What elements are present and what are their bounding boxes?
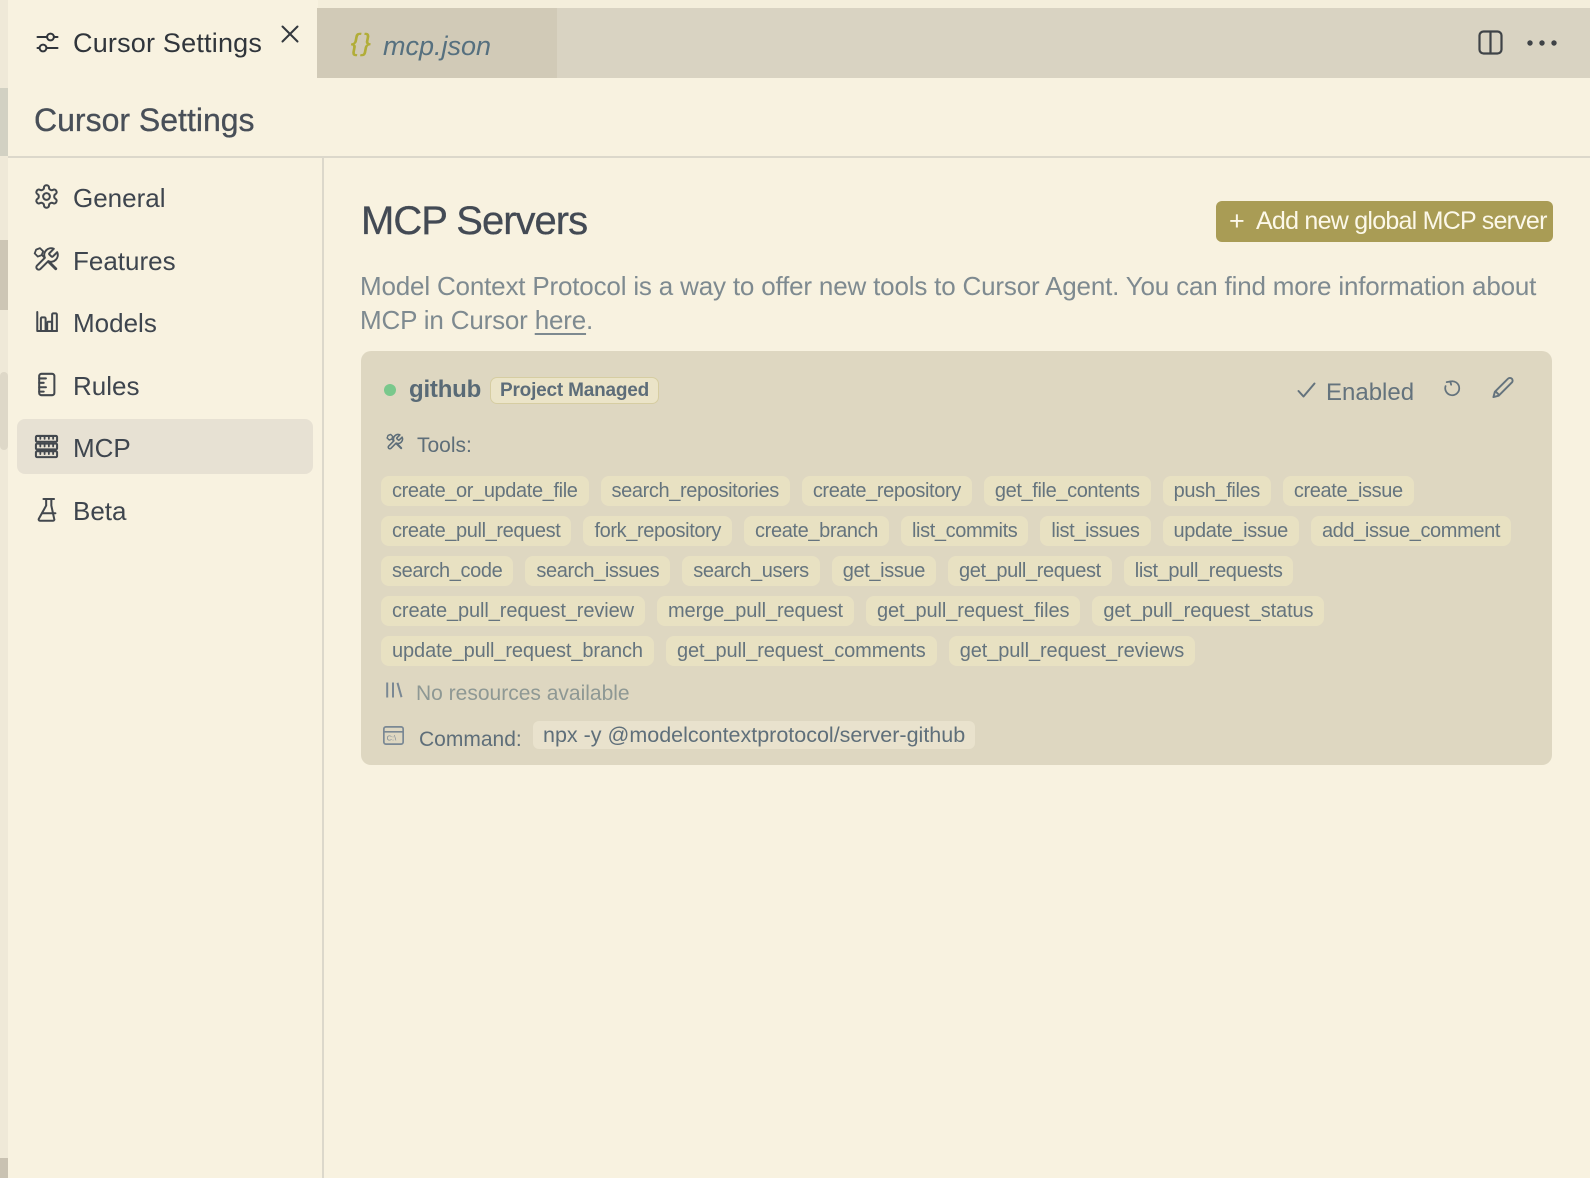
svg-text:C:\: C:\ xyxy=(387,734,398,743)
